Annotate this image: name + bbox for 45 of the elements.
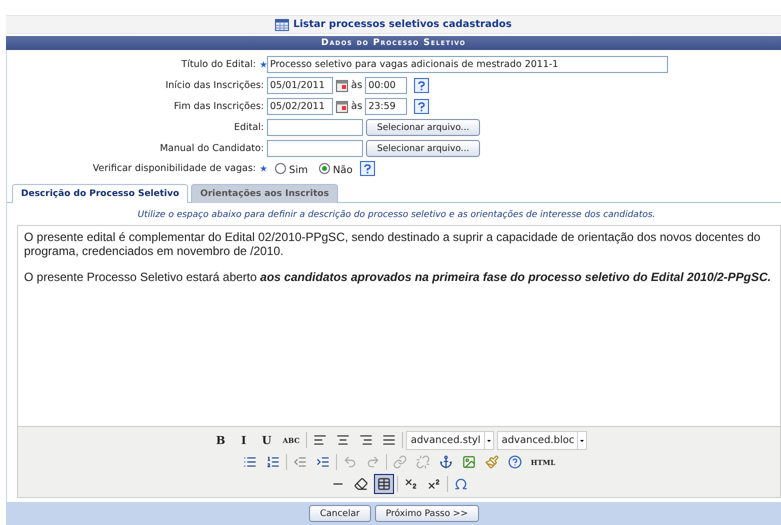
field-label: Fim das Inscrições: — [174, 101, 265, 112]
table-icon[interactable] — [374, 474, 394, 494]
form-button[interactable]: Próximo Passo >> — [374, 505, 480, 522]
date-input[interactable]: 05/02/2011 — [267, 98, 333, 115]
title-input[interactable]: Processo seletivo para vagas adicionais de mestrado 2011-1 — [267, 56, 668, 73]
field-label: Início das Inscrições: — [165, 80, 265, 91]
field-label: Edital: — [234, 122, 265, 133]
style-dropdown[interactable]: advanced.bloc — [496, 430, 588, 450]
form-button[interactable]: Cancelar — [308, 505, 371, 522]
hint-text: Utilize o espaço abaixo para definir a descrição do processo seletivo e as orientações de interesse dos candidatos. — [136, 210, 656, 220]
list-processes-link[interactable]: Listar processos seletivos cadastrados — [293, 19, 512, 30]
tab[interactable]: Orientações aos Inscritos — [191, 184, 338, 203]
field-label: Manual do Candidato: — [160, 143, 265, 154]
help-icon[interactable] — [414, 99, 430, 114]
paragraph: O presente edital é complementar do Edital 02/2010-PPgSC, sendo destinado a suprir a capacidade de orientação dos novos docentes do programa, credenciados em novembro de /2010. — [24, 230, 762, 258]
radio-button[interactable] — [275, 163, 286, 174]
radio-label: Sim — [289, 165, 308, 176]
paragraph: O presente Processo Seletivo estará aberto aos candidatos aprovados na primeira fase do processo seletivo do Edital 2010/2-PPgSC. — [24, 270, 772, 284]
dropdown-caret-icon[interactable] — [577, 432, 586, 448]
text-editor[interactable] — [17, 225, 781, 427]
field-label: Título do Edital: — [181, 59, 257, 70]
date-input[interactable]: 05/01/2011 — [267, 77, 333, 94]
radio-button[interactable] — [318, 163, 330, 174]
select-file-button[interactable]: Selecionar arquivo... — [366, 119, 480, 136]
at-label: às — [351, 80, 362, 91]
table-list-icon — [275, 18, 290, 30]
format-button[interactable]: I — [234, 430, 254, 450]
select-file-button[interactable]: Selecionar arquivo... — [366, 140, 480, 157]
time-input[interactable]: 23:59 — [365, 98, 408, 115]
file-input[interactable] — [267, 140, 363, 157]
section-header: Dados do Processo Seletivo — [6, 36, 781, 50]
field-label: Verificar disponibilidade de vagas: — [92, 163, 257, 174]
at-label: às — [351, 101, 362, 112]
style-dropdown[interactable]: advanced.styl — [406, 430, 494, 450]
format-button[interactable]: B — [210, 430, 231, 450]
time-input[interactable]: 00:00 — [365, 77, 408, 94]
format-button[interactable]: U — [256, 430, 277, 450]
calendar-icon[interactable] — [336, 100, 348, 112]
radio-label: Não — [332, 165, 353, 176]
file-input[interactable] — [267, 119, 363, 136]
help-icon[interactable] — [360, 161, 375, 176]
dropdown-caret-icon[interactable] — [484, 432, 493, 448]
tab[interactable]: Descrição do Processo Seletivo — [12, 184, 188, 203]
calendar-icon[interactable] — [336, 80, 348, 92]
help-icon[interactable] — [414, 78, 430, 93]
